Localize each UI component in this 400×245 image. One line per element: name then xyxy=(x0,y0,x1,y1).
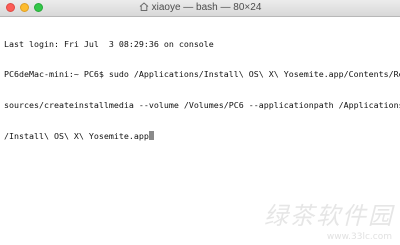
home-icon xyxy=(139,2,148,11)
terminal-output[interactable]: Last login: Fri Jul 3 08:29:36 on consol… xyxy=(4,18,400,162)
window-title-container: xiaoye — bash — 80×24 xyxy=(0,2,400,13)
terminal-line-last: /Install\ OS\ X\ Yosemite.app xyxy=(4,131,396,141)
terminal-line: Last login: Fri Jul 3 08:29:36 on consol… xyxy=(4,38,214,49)
watermark-logo: 绿茶软件园 xyxy=(264,202,394,230)
terminal-line: PC6deMac-mini:~ PC6$ sudo /Applications/… xyxy=(4,69,400,80)
text-cursor xyxy=(148,131,154,141)
title-bar[interactable]: xiaoye — bash — 80×24 xyxy=(0,0,400,17)
window-title: xiaoye — bash — 80×24 xyxy=(151,2,262,13)
terminal-line: sources/createinstallmedia --volume /Vol… xyxy=(4,100,400,111)
terminal-line: /Install\ OS\ X\ Yosemite.app xyxy=(4,131,149,142)
watermark-url: www.33lc.com xyxy=(326,232,392,242)
terminal-window: xiaoye — bash — 80×24 Last login: Fri Ju… xyxy=(0,0,400,245)
